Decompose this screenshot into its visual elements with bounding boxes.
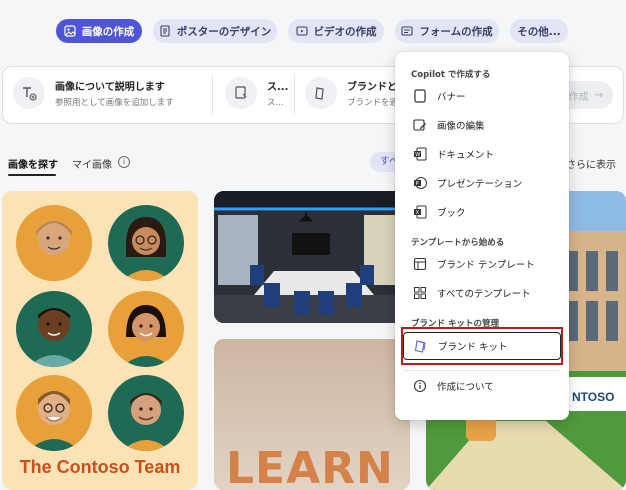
conference-room-image <box>214 191 410 323</box>
menu-item-label: バナー <box>437 92 466 103</box>
menu-item-label: プレゼンテーション <box>437 179 523 190</box>
prompt-card-title: 画像について説明します <box>55 82 165 93</box>
menu-item-all-templates[interactable]: すべてのテンプレート <box>403 279 561 307</box>
image-card-contoso-team[interactable]: The Contoso Team <box>2 191 198 490</box>
prompt-card-brand[interactable]: ブランドとも ブランドを適用 <box>305 77 407 109</box>
tab-label: 画像の作成 <box>81 25 135 38</box>
learn-letters: LEARN <box>226 443 394 490</box>
active-tab-underline <box>8 174 56 176</box>
divider <box>212 75 213 115</box>
avatar <box>108 375 184 451</box>
menu-section-templates: テンプレートから始める <box>411 238 505 248</box>
menu-item-label: 画像の編集 <box>437 121 485 132</box>
tab-my-images[interactable]: マイ画像 <box>72 156 112 171</box>
tab-label: その他... <box>517 25 561 38</box>
menu-item-brand-template[interactable]: ブランド テンプレート <box>403 250 561 278</box>
menu-item-presentation[interactable]: P プレゼンテーション <box>403 169 561 197</box>
highlight-box <box>401 327 563 365</box>
avatar <box>108 291 184 367</box>
excel-icon: X <box>413 205 427 219</box>
prompt-card-style[interactable]: ス... ス... <box>225 77 288 109</box>
menu-item-workbook[interactable]: X ブック <box>403 198 561 226</box>
svg-text:P: P <box>416 181 419 187</box>
add-image-text-icon <box>13 77 45 109</box>
powerpoint-icon: P <box>413 176 427 190</box>
video-icon <box>295 26 308 36</box>
tab-label: ビデオの作成 <box>313 25 377 38</box>
brand-icon <box>305 77 337 109</box>
svg-text:W: W <box>415 152 420 158</box>
menu-item-label: 作成について <box>437 382 494 393</box>
menu-item-label: ブック <box>437 208 466 219</box>
info-icon[interactable]: i <box>118 156 130 168</box>
prompt-card-title: ス... <box>267 82 289 93</box>
menu-divider <box>403 370 561 371</box>
menu-item-label: ブランド テンプレート <box>437 260 535 271</box>
prompt-card-describe[interactable]: 画像について説明します 参照用として画像を追加します <box>13 77 174 109</box>
arrow-right-icon: → <box>594 89 603 101</box>
avatar <box>16 205 92 281</box>
svg-text:X: X <box>416 210 420 216</box>
tab-create-image[interactable]: 画像の作成 <box>56 19 142 43</box>
menu-item-image-edit[interactable]: 画像の編集 <box>403 111 561 139</box>
banner-icon <box>413 89 427 103</box>
avatar <box>108 205 184 281</box>
image-edit-icon <box>413 118 427 132</box>
tab-label: ポスターのデザイン <box>176 25 272 38</box>
word-icon: W <box>413 147 427 161</box>
team-caption: The Contoso Team <box>19 457 181 477</box>
tab-create-form[interactable]: フォームの作成 <box>395 19 499 43</box>
tab-create-video[interactable]: ビデオの作成 <box>288 19 384 43</box>
info-icon <box>413 379 427 393</box>
prompt-card-subtitle: 参照用として画像を追加します <box>55 98 174 108</box>
tab-label: フォームの作成 <box>419 25 493 38</box>
building-sign-text: NTOSO <box>572 390 615 404</box>
prompt-card-subtitle: ス... <box>267 98 284 108</box>
grid-icon <box>413 286 427 300</box>
image-card-learn[interactable]: LEARN <box>214 339 410 490</box>
form-icon <box>401 26 413 36</box>
avatar <box>16 291 92 367</box>
menu-item-banner[interactable]: バナー <box>403 82 561 110</box>
menu-item-about[interactable]: 作成について <box>403 372 561 400</box>
menu-item-document[interactable]: W ドキュメント <box>403 140 561 168</box>
brand-template-icon <box>413 257 427 271</box>
menu-item-label: すべてのテンプレート <box>437 289 531 300</box>
generate-label: 作成 <box>568 91 589 103</box>
image-card-conference-room[interactable] <box>214 191 410 323</box>
tab-more[interactable]: その他... <box>510 19 568 43</box>
divider <box>294 75 295 115</box>
tab-design-poster[interactable]: ポスターのデザイン <box>153 19 277 43</box>
style-icon <box>225 77 257 109</box>
image-icon <box>64 25 76 37</box>
poster-icon <box>160 25 170 37</box>
menu-section-copilot: Copilot で作成する <box>411 70 491 80</box>
menu-item-label: ドキュメント <box>437 150 495 161</box>
tab-explore-images[interactable]: 画像を探す <box>8 156 58 171</box>
show-more-link[interactable]: さらに表示 <box>566 156 616 171</box>
avatar <box>16 375 92 451</box>
